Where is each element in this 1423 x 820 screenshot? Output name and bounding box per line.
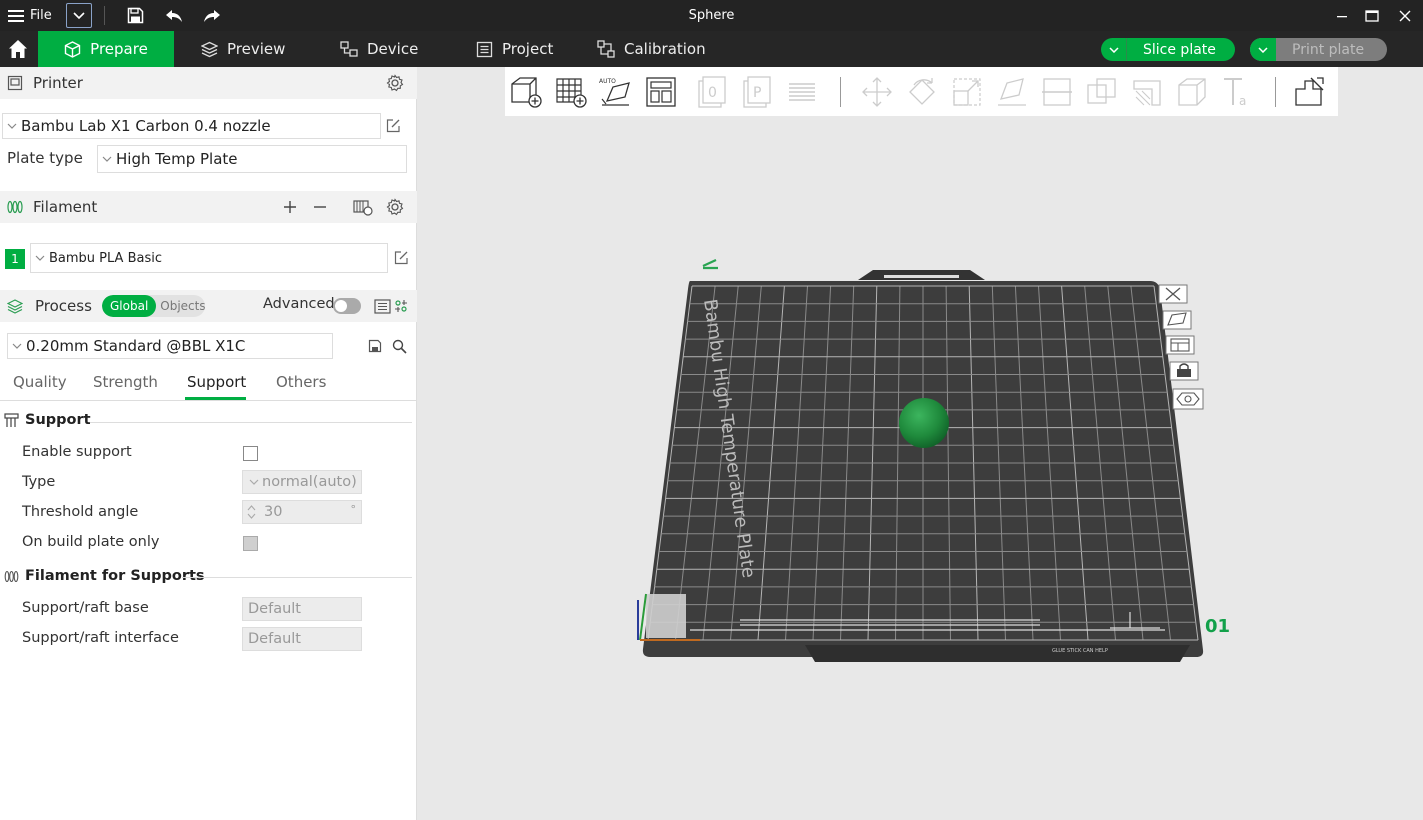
plate-footer-text: GLUE STICK CAN HELP bbox=[1052, 648, 1108, 654]
plate-front-tab bbox=[805, 645, 1190, 662]
plate-corner-marker bbox=[646, 594, 686, 638]
plate-number: 01 bbox=[1205, 616, 1230, 637]
lock-plate-icon[interactable] bbox=[1169, 361, 1199, 381]
plate-handle-slot bbox=[884, 275, 959, 278]
delete-plate-icon[interactable] bbox=[1158, 284, 1188, 304]
plate-name-edit-icon[interactable] bbox=[702, 259, 718, 270]
sphere-object[interactable] bbox=[899, 398, 949, 448]
plate-settings-icon[interactable] bbox=[1172, 388, 1204, 410]
arrange-plate-icon[interactable] bbox=[1165, 335, 1195, 355]
orient-plate-icon[interactable] bbox=[1162, 310, 1192, 330]
build-plate-viewport[interactable]: Bambu High Temperature Plate GLUE STICK … bbox=[0, 0, 1423, 820]
